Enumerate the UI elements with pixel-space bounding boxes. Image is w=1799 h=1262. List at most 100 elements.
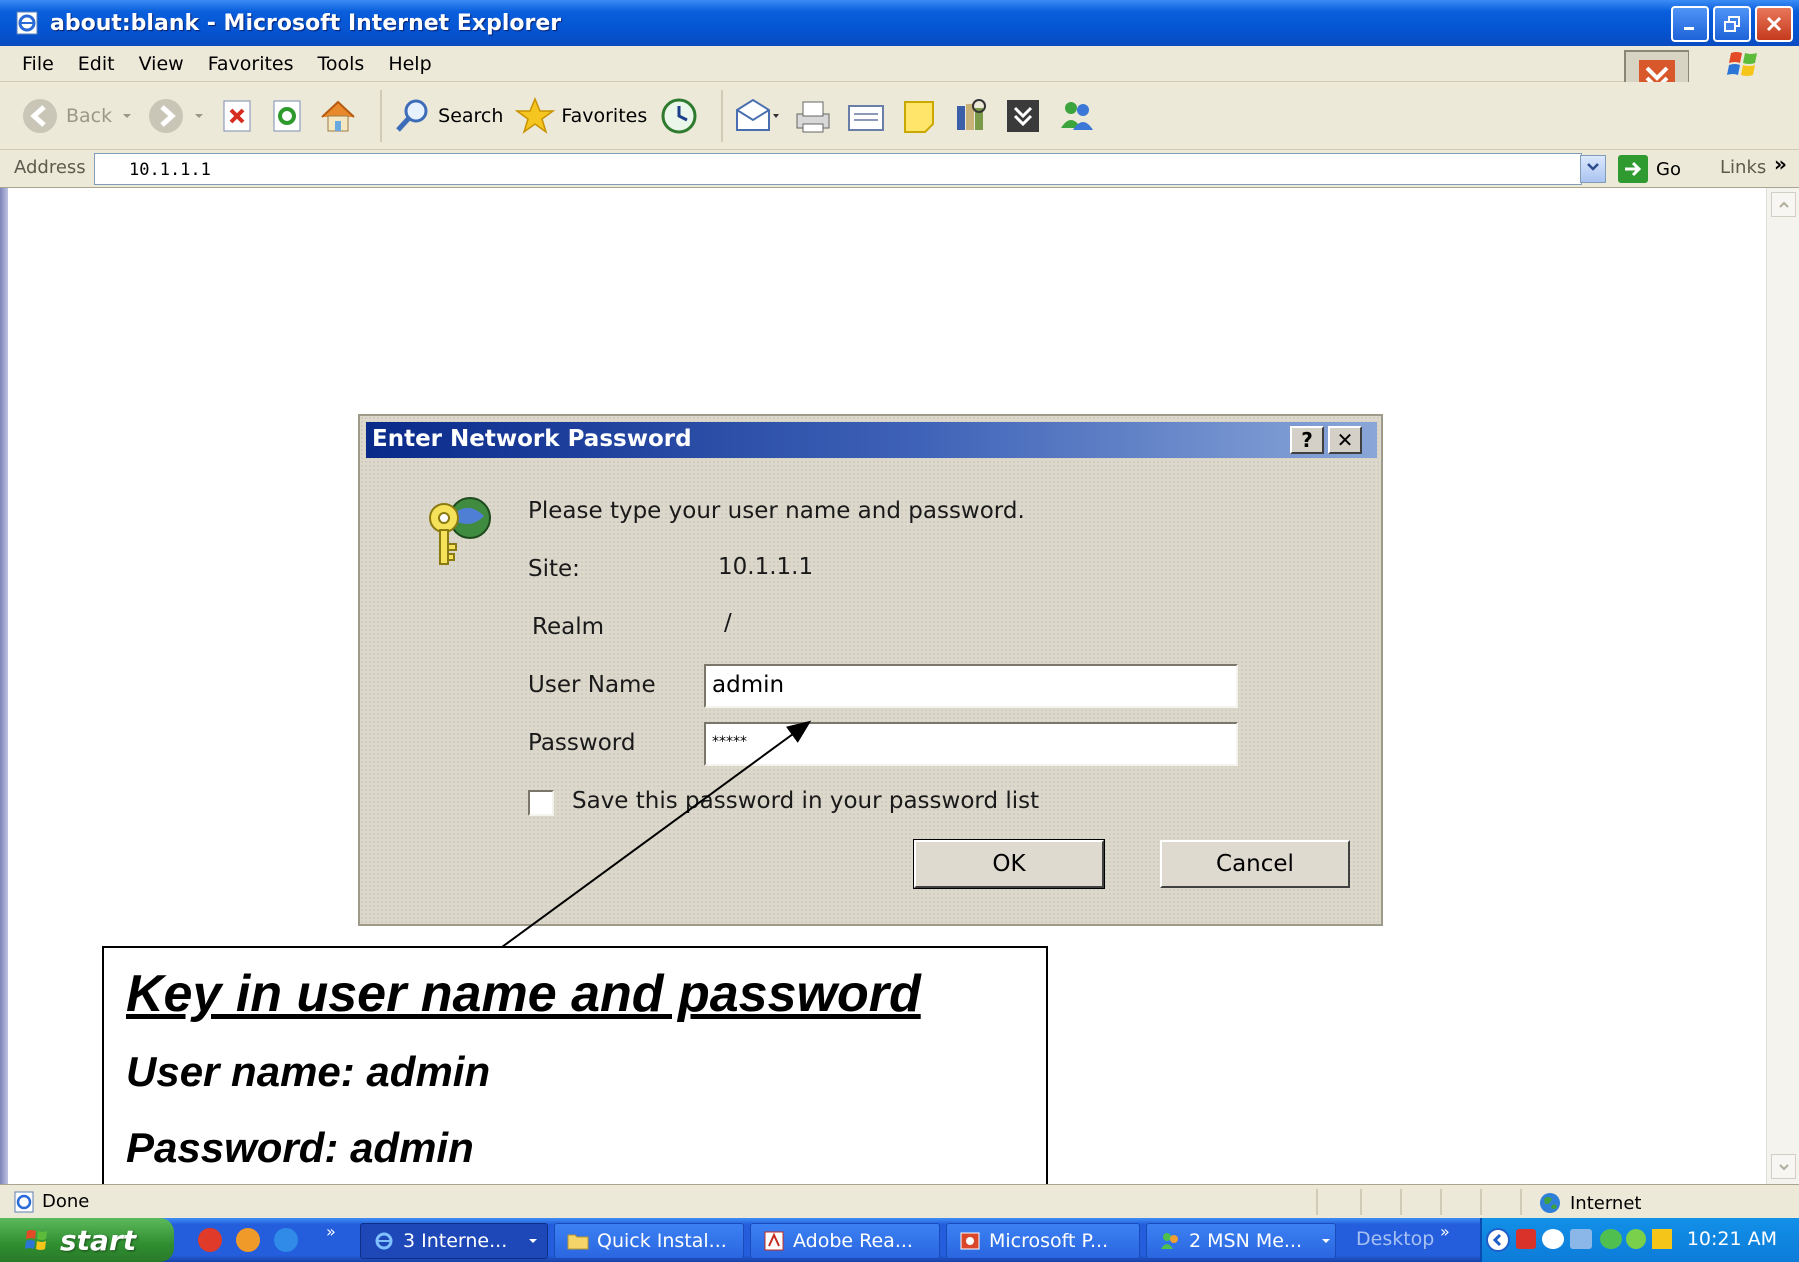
status-divider	[1440, 1189, 1442, 1215]
back-button[interactable]: Back	[20, 96, 134, 136]
tray-msn-icon[interactable]	[1600, 1229, 1622, 1249]
windows-flag-icon	[25, 1230, 47, 1250]
realm-value: /	[724, 610, 732, 636]
minimize-button[interactable]	[1671, 6, 1709, 42]
clock[interactable]: 10:21 AM	[1687, 1228, 1777, 1250]
tray-network-icon[interactable]	[1570, 1229, 1592, 1249]
task-msn-messenger[interactable]: 2 MSN Me...	[1146, 1223, 1336, 1259]
quicklaunch-app-icon[interactable]	[198, 1228, 222, 1252]
dialog-title: Enter Network Password	[372, 426, 692, 452]
menu-help[interactable]: Help	[376, 53, 443, 75]
edit-icon	[848, 104, 885, 131]
menu-bar: File Edit View Favorites Tools Help	[0, 46, 1799, 82]
back-arrow-icon	[23, 98, 57, 133]
tray-security-icon[interactable]	[1626, 1229, 1646, 1249]
search-button[interactable]: Search	[392, 96, 503, 136]
dialog-prompt: Please type your user name and password.	[528, 498, 1025, 524]
toolbar-separator	[721, 89, 724, 142]
status-divider	[1316, 1189, 1318, 1215]
task-quick-install[interactable]: Quick Instal...	[554, 1223, 744, 1259]
menu-file[interactable]: File	[10, 53, 66, 75]
realm-label: Realm	[532, 614, 604, 640]
cancel-label: Cancel	[1216, 851, 1294, 877]
restore-button[interactable]	[1713, 6, 1751, 42]
tray-flag-icon[interactable]	[1652, 1229, 1672, 1249]
task-label: Quick Instal...	[597, 1230, 727, 1252]
task-adobe-reader[interactable]: Adobe Rea...	[750, 1223, 940, 1259]
messenger-button[interactable]	[1055, 96, 1099, 136]
stop-button[interactable]	[218, 97, 256, 135]
favorites-label: Favorites	[561, 104, 648, 127]
ok-button[interactable]: OK	[913, 839, 1105, 889]
download-manager-button[interactable]	[1003, 96, 1043, 136]
ie-icon	[375, 1232, 393, 1250]
quicklaunch-ie-icon[interactable]	[274, 1228, 298, 1252]
password-input[interactable]: *****	[704, 722, 1238, 766]
windows-flag-icon	[1727, 52, 1757, 76]
start-button[interactable]: start	[0, 1218, 174, 1262]
desktop-chevron[interactable]: »	[1440, 1222, 1450, 1241]
help-icon: ?	[1301, 428, 1313, 452]
home-button[interactable]	[318, 97, 358, 135]
favorites-button[interactable]: Favorites	[515, 96, 647, 136]
save-password-checkbox[interactable]	[528, 790, 554, 816]
dialog-title-bar[interactable]: Enter Network Password ? ✕	[366, 422, 1377, 458]
task-internet-explorer[interactable]: 3 Interne...	[360, 1223, 548, 1259]
quicklaunch-chevron[interactable]: »	[326, 1222, 336, 1241]
links-chevron[interactable]: »	[1774, 152, 1787, 176]
desktop-toolbar-label[interactable]: Desktop	[1356, 1228, 1434, 1250]
window-title-bar[interactable]: about:blank - Microsoft Internet Explore…	[0, 0, 1799, 46]
adobe-reader-icon	[764, 1231, 784, 1251]
status-divider	[1360, 1189, 1362, 1215]
menu-favorites[interactable]: Favorites	[196, 53, 306, 75]
scroll-up-button[interactable]	[1771, 192, 1796, 217]
messenger-icon	[1061, 101, 1094, 130]
username-label: User Name	[528, 672, 656, 698]
tray-collapse-button[interactable]	[1486, 1228, 1510, 1252]
refresh-icon	[273, 100, 301, 131]
chevron-down-icon	[529, 1239, 538, 1243]
scroll-down-button[interactable]	[1771, 1154, 1796, 1179]
go-button[interactable]: Go	[1618, 155, 1681, 183]
dialog-help-button[interactable]: ?	[1290, 426, 1324, 454]
task-label: 3 Interne...	[403, 1230, 508, 1252]
address-dropdown-button[interactable]	[1580, 155, 1606, 183]
tray-app-icon[interactable]	[1516, 1229, 1536, 1249]
menu-tools[interactable]: Tools	[306, 53, 377, 75]
instruction-callout: Key in user name and password User name:…	[102, 946, 1048, 1186]
close-button[interactable]	[1755, 6, 1793, 42]
save-password-label[interactable]: Save this password in your password list	[572, 788, 1039, 814]
edit-button[interactable]	[845, 96, 887, 136]
cancel-button[interactable]: Cancel	[1160, 840, 1350, 888]
network-password-dialog: Enter Network Password ? ✕ Please type y…	[358, 414, 1383, 926]
chevron-down-icon	[1778, 1163, 1789, 1170]
discuss-button[interactable]	[899, 96, 939, 136]
address-bar: Address 10.1.1.1 Go Links »	[0, 150, 1799, 188]
menu-edit[interactable]: Edit	[66, 53, 127, 75]
history-button[interactable]	[659, 96, 699, 136]
vertical-scrollbar[interactable]	[1766, 188, 1799, 1184]
home-icon	[321, 100, 355, 131]
username-input[interactable]: admin	[704, 664, 1238, 708]
task-label: Microsoft P...	[989, 1230, 1109, 1252]
task-powerpoint[interactable]: Microsoft P...	[946, 1223, 1140, 1259]
ie-page-icon	[16, 11, 38, 35]
page-done-icon	[14, 1191, 34, 1213]
system-tray: 10:21 AM	[1480, 1218, 1799, 1262]
print-button[interactable]	[793, 96, 833, 136]
links-label[interactable]: Links	[1720, 157, 1766, 178]
tray-panda-icon[interactable]	[1542, 1229, 1564, 1249]
address-input[interactable]: 10.1.1.1	[94, 153, 1582, 185]
mail-button[interactable]	[733, 96, 781, 136]
quicklaunch-firefox-icon[interactable]	[236, 1228, 260, 1252]
forward-button[interactable]	[146, 96, 206, 136]
menu-view[interactable]: View	[127, 53, 196, 75]
favorites-star-icon	[515, 96, 556, 134]
back-label: Back	[66, 104, 113, 127]
refresh-button[interactable]	[268, 97, 306, 135]
research-icon	[957, 98, 987, 130]
research-button[interactable]	[951, 96, 991, 136]
dialog-close-button[interactable]: ✕	[1328, 426, 1362, 454]
close-icon: ✕	[1336, 428, 1354, 452]
go-label: Go	[1656, 158, 1681, 180]
